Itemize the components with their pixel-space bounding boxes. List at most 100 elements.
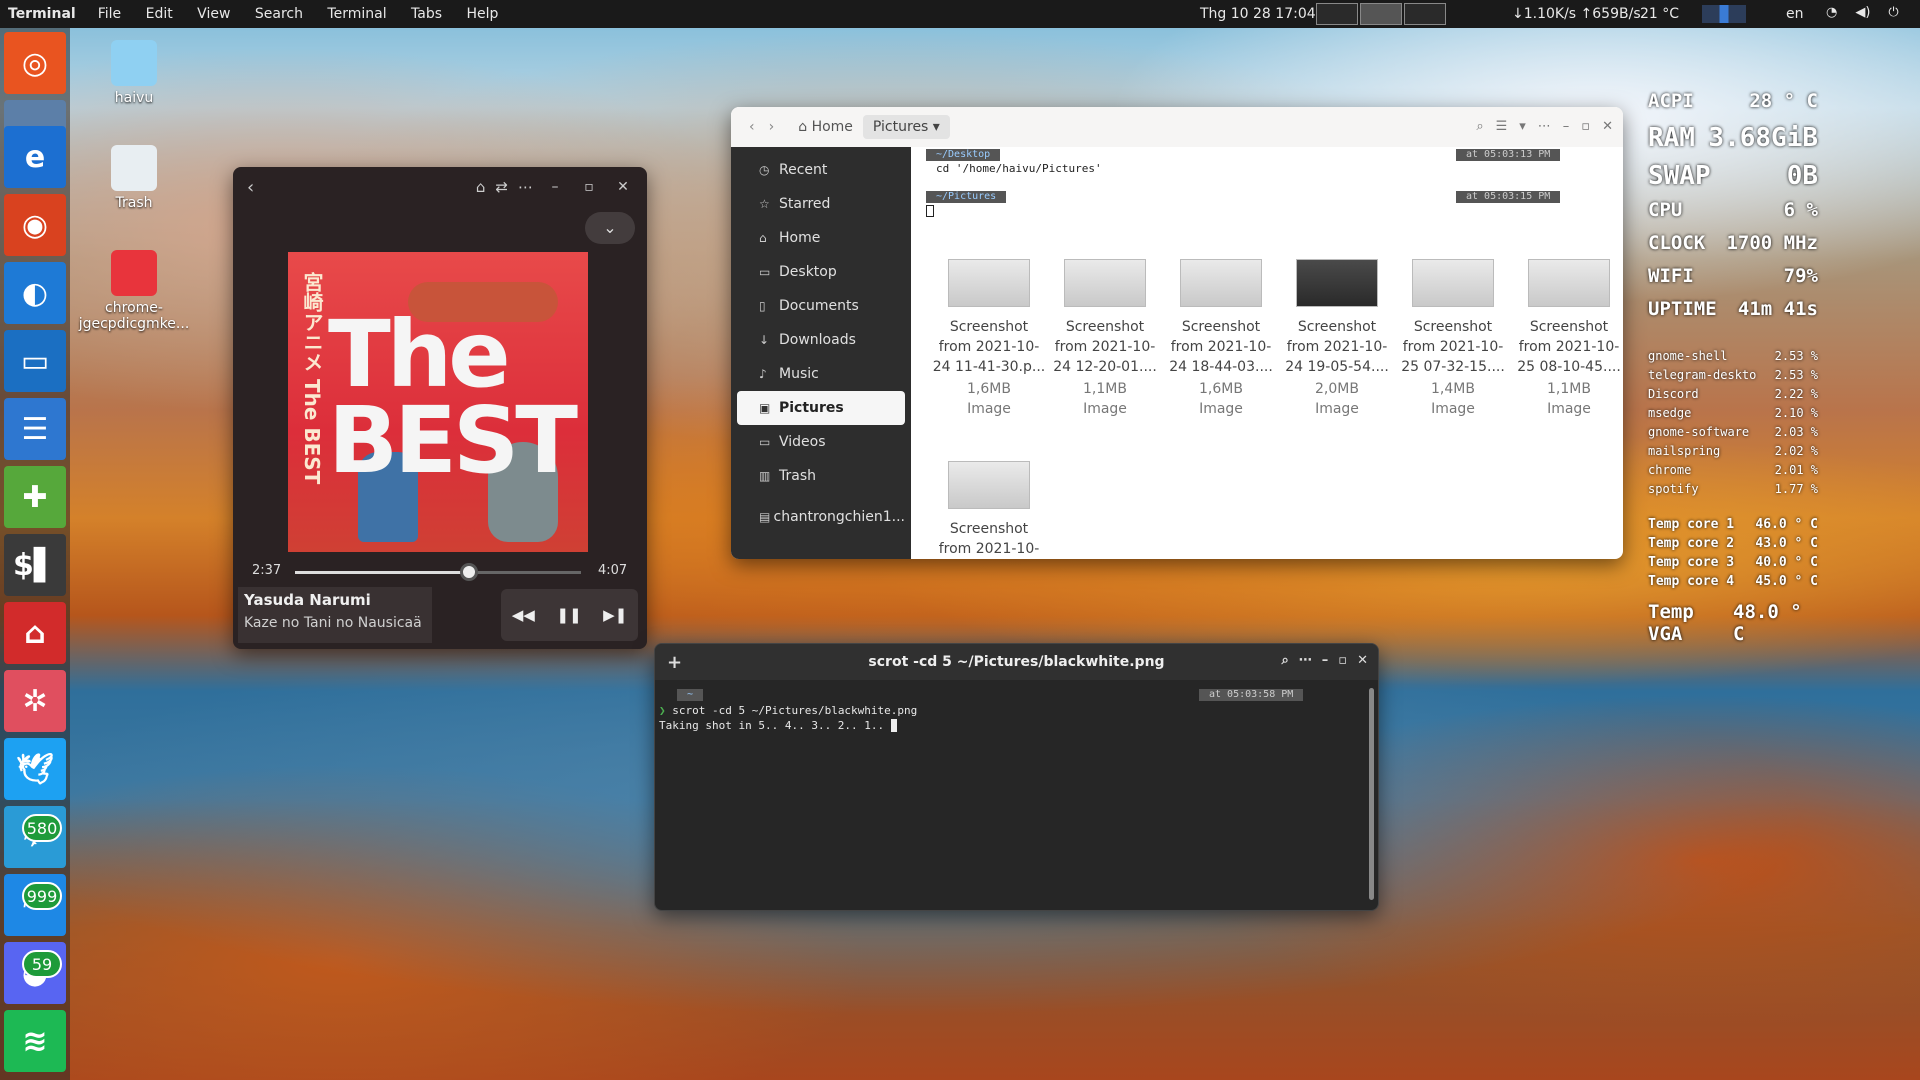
- browser-icon[interactable]: ◐: [4, 262, 66, 324]
- minimize-button[interactable]: –: [1322, 653, 1329, 668]
- minimize-button[interactable]: –: [1563, 119, 1570, 134]
- back-icon[interactable]: ‹: [749, 119, 755, 135]
- search-icon[interactable]: ⌕: [1476, 119, 1483, 134]
- close-button[interactable]: ✕: [611, 179, 635, 195]
- seek-handle[interactable]: [460, 563, 479, 581]
- active-app-name[interactable]: Terminal: [0, 6, 88, 22]
- now-playing-info[interactable]: Yasuda Narumi Kaze no Tani no Nausicaä: [238, 587, 432, 643]
- menu-view[interactable]: View: [187, 6, 240, 22]
- view-options-icon[interactable]: ▾: [1519, 119, 1526, 134]
- text-editor-icon[interactable]: ☰: [4, 398, 66, 460]
- power-icon[interactable]: ⏻: [1888, 5, 1898, 20]
- home-icon: ⌂: [759, 231, 767, 245]
- minimize-button[interactable]: –: [543, 179, 567, 195]
- more-icon[interactable]: ⋯: [1299, 653, 1312, 668]
- next-icon[interactable]: ▶❚: [603, 606, 627, 624]
- more-icon[interactable]: ⋯: [1538, 119, 1551, 134]
- pinwheel-icon[interactable]: ✲: [4, 670, 66, 732]
- menu-edit[interactable]: Edit: [136, 6, 183, 22]
- close-button[interactable]: ✕: [1357, 653, 1368, 668]
- menu-terminal[interactable]: Terminal: [317, 6, 396, 22]
- drive-icon: ▤: [759, 510, 771, 524]
- files-icon[interactable]: ▭: [4, 330, 66, 392]
- workspace-3[interactable]: [1404, 3, 1446, 25]
- messenger-icon[interactable]: ◠999: [4, 874, 66, 936]
- file-item[interactable]: Screenshot from 2021-10- 24 19-05-54.... 2…: [1279, 259, 1395, 419]
- workspace-switcher[interactable]: [1316, 3, 1446, 25]
- track-title: Kaze no Tani no Nausicaä: [244, 615, 422, 631]
- desktop-icon-trash[interactable]: Trash: [84, 145, 184, 211]
- terminal-body[interactable]: ~ at 05:03:58 PM ❯ scrot -cd 5 ~/Picture…: [655, 680, 1378, 741]
- ubuntu-icon[interactable]: ◎: [4, 32, 66, 94]
- search-icon[interactable]: ⌕: [1282, 653, 1289, 668]
- workspace-1[interactable]: [1316, 3, 1358, 25]
- temp-core-row: Temp core 2 43.0 ° C: [1648, 536, 1818, 551]
- twitter-icon[interactable]: 🕊: [4, 738, 66, 800]
- sidebar-item-trash[interactable]: ▥ Trash: [737, 459, 905, 493]
- maximize-button[interactable]: ▫: [577, 179, 601, 195]
- sidebar-item-pictures[interactable]: ▣ Pictures: [737, 391, 905, 425]
- spotify-icon[interactable]: ≋: [4, 1010, 66, 1072]
- header-actions: ⌕ ☰ ▾ ⋯ – ▫ ✕: [1476, 119, 1613, 134]
- maximize-button[interactable]: ▫: [1338, 653, 1347, 668]
- file-item[interactable]: Screenshot from 2021-10- 25 08-10-45.... 1…: [1511, 259, 1623, 419]
- chevron-down-icon[interactable]: ⌄: [585, 212, 635, 244]
- close-button[interactable]: ✕: [1602, 119, 1613, 134]
- menu-tabs[interactable]: Tabs: [401, 6, 452, 22]
- pause-icon[interactable]: ❚❚: [556, 606, 581, 624]
- more-icon[interactable]: ⋯: [518, 178, 533, 196]
- chrome-icon[interactable]: ◉: [4, 194, 66, 256]
- file-manager-window: ‹ › ⌂ Home Pictures ▾ ⌕ ☰ ▾ ⋯ – ▫ ✕ ◷ Rec…: [731, 107, 1623, 559]
- new-tab-icon[interactable]: +: [667, 652, 682, 673]
- sidebar-item-documents[interactable]: ▯ Documents: [737, 289, 905, 323]
- app-shortcut-icon: [111, 250, 157, 296]
- system-tray[interactable]: ◔ ◀) ⏻: [1826, 5, 1899, 20]
- maximize-button[interactable]: ▫: [1581, 119, 1590, 134]
- sidebar-item-starred[interactable]: ☆ Starred: [737, 187, 905, 221]
- discord-icon[interactable]: ◕59: [4, 942, 66, 1004]
- file-item[interactable]: Screenshot from 2021-10- 24 12-20-01.... 1…: [1047, 259, 1163, 419]
- volume-icon[interactable]: ◀): [1855, 5, 1870, 20]
- seek-bar[interactable]: [295, 571, 581, 574]
- sidebar-item-home[interactable]: ⌂ Home: [737, 221, 905, 255]
- notification-badge: 580: [22, 814, 62, 842]
- file-item[interactable]: Screenshot from 2021-10- 24 11-41-30.p... …: [931, 259, 1047, 419]
- menu-file[interactable]: File: [88, 6, 131, 22]
- workspace-2[interactable]: [1360, 3, 1402, 25]
- forward-icon[interactable]: ›: [769, 119, 775, 135]
- file-item[interactable]: Screenshot from 2021-10- 24 18-44-03.... 1…: [1163, 259, 1279, 419]
- home-icon[interactable]: ⌂: [476, 178, 486, 196]
- breadcrumb-home[interactable]: ⌂ Home: [788, 115, 863, 139]
- menu-search[interactable]: Search: [245, 6, 313, 22]
- dock: ◎ e ◉ ◐ ▭ ☰ ✚ $▌ ⌂ ✲ 🕊 ✈580 ◠999 ◕59 ≋: [0, 28, 70, 1080]
- sidebar-item-drive[interactable]: ▤ chantrongchien1...: [737, 500, 905, 534]
- previous-icon[interactable]: ◀◀: [512, 606, 535, 624]
- sidebar-item-recent[interactable]: ◷ Recent: [737, 153, 905, 187]
- seek-progress: [295, 571, 470, 574]
- terminal-icon[interactable]: $▌: [4, 534, 66, 596]
- scrollbar[interactable]: [1369, 688, 1374, 900]
- desktop-icon-home[interactable]: haivu: [84, 40, 184, 106]
- breadcrumb-pictures[interactable]: Pictures ▾: [862, 115, 950, 139]
- back-icon[interactable]: ‹: [247, 177, 254, 198]
- pdf-icon[interactable]: ⌂: [4, 602, 66, 664]
- language-indicator[interactable]: en: [1786, 6, 1804, 22]
- list-view-icon[interactable]: ☰: [1496, 119, 1508, 134]
- clock[interactable]: Thg 10 28 17:04: [1200, 6, 1316, 22]
- sidebar-item-desktop[interactable]: ▭ Desktop: [737, 255, 905, 289]
- sidebar-item-music[interactable]: ♪ Music: [737, 357, 905, 391]
- sidebar-item-downloads[interactable]: ↓ Downloads: [737, 323, 905, 357]
- file-item[interactable]: Screenshot from 2021-10- 25 07-32-15.... 1…: [1395, 259, 1511, 419]
- telegram-icon[interactable]: ✈580: [4, 806, 66, 868]
- edge-icon[interactable]: e: [4, 126, 66, 188]
- embedded-terminal[interactable]: ~/Desktop at 05:03:13 PM cd '/home/haivu…: [916, 147, 1623, 223]
- star-icon: ☆: [759, 197, 770, 211]
- file-item[interactable]: Screenshot from 2021-10-: [931, 461, 1047, 559]
- weather-temp[interactable]: 21 °C: [1640, 6, 1679, 22]
- game-icon[interactable]: ✚: [4, 466, 66, 528]
- wifi-icon[interactable]: ◔: [1826, 5, 1837, 20]
- desktop-icon-chrome-app[interactable]: chrome-jgecpdicgmke...: [78, 250, 190, 332]
- queue-icon[interactable]: ⇄: [495, 178, 508, 196]
- menu-help[interactable]: Help: [457, 6, 509, 22]
- sidebar-item-videos[interactable]: ▭ Videos: [737, 425, 905, 459]
